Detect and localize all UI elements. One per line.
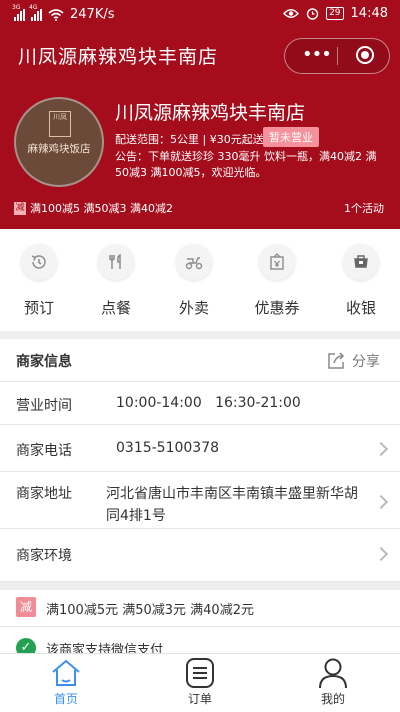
quick-action-label: 点餐 xyxy=(100,299,131,317)
chevron-right-icon xyxy=(373,441,389,457)
status-bar: 3G 4G 247K/s 29 14:48 xyxy=(0,0,400,30)
phone-label: 商家电话 xyxy=(16,443,72,459)
tab-label: 我的 xyxy=(320,692,345,706)
shop-notice: 公告：下单就送珍珍 330毫升 饮料一瓶，满40减2 满50减3 满100减5，… xyxy=(115,150,377,179)
quick-actions: 预订 点餐 外卖 优惠券 收银 xyxy=(0,229,400,331)
capsule-divider xyxy=(337,47,338,65)
quick-action-label: 外卖 xyxy=(178,299,209,317)
alarm-icon xyxy=(306,8,319,20)
shop-logo: 川凤 麻辣鸡块饭店 xyxy=(14,97,104,187)
share-button[interactable]: 分享 xyxy=(326,351,380,371)
hours-value: 10:00-14:00 16:30-21:00 xyxy=(116,395,301,411)
share-icon xyxy=(328,352,345,369)
order-list-icon xyxy=(186,658,214,688)
hours-label: 营业时间 xyxy=(16,398,72,414)
quick-action-order[interactable]: 点餐 xyxy=(86,244,146,318)
mini-program-capsule: ••• xyxy=(284,38,390,74)
business-hours-row: 营业时间 10:00-14:00 16:30-21:00 xyxy=(0,382,400,425)
page-title: 川凤源麻辣鸡块丰南店 xyxy=(18,46,219,68)
discount-text: 满100减5元 满50减3元 满40减2元 xyxy=(46,603,254,618)
wifi-icon xyxy=(48,8,64,21)
bottom-tab-bar: 首页 订单 我的 xyxy=(0,653,400,712)
environment-label: 商家环境 xyxy=(16,548,72,564)
shop-header: 3G 4G 247K/s 29 14:48 川凤源麻辣鸡块丰南店 ••• 川凤 … xyxy=(0,0,400,229)
wechat-pay-row: ✓ 该商家支持微信支付 xyxy=(0,627,400,653)
section-divider xyxy=(0,331,400,339)
clock-icon xyxy=(21,244,57,280)
scooter-icon xyxy=(176,244,212,280)
promo-summary: 减 满100减5 满50减3 满40减2 xyxy=(14,200,173,216)
network-speed: 247K/s xyxy=(70,7,115,22)
more-dots-icon[interactable]: ••• xyxy=(302,46,332,64)
section-divider xyxy=(0,582,400,590)
tab-label: 首页 xyxy=(53,692,78,706)
activity-count-link[interactable]: 1个活动 xyxy=(344,200,384,216)
address-row[interactable]: 商家地址 河北省唐山市丰南区丰南镇丰盛里新华胡同4排1号 xyxy=(0,472,400,529)
address-value: 河北省唐山市丰南区丰南镇丰盛里新华胡同4排1号 xyxy=(106,486,358,524)
signal-icon: 3G xyxy=(12,4,25,21)
coupon-icon xyxy=(259,244,295,280)
share-label: 分享 xyxy=(352,354,380,370)
discount-badge: 减 xyxy=(16,597,36,617)
home-icon xyxy=(52,659,80,686)
chevron-right-icon xyxy=(373,546,389,562)
quick-action-coupon[interactable]: 优惠券 xyxy=(247,244,307,318)
quick-action-label: 收银 xyxy=(345,299,376,317)
fork-knife-icon xyxy=(98,244,134,280)
signal-icon: 4G xyxy=(29,4,42,21)
tab-profile[interactable]: 我的 xyxy=(293,654,373,712)
phone-value: 0315-5100378 xyxy=(116,440,220,456)
wechat-pay-text: 该商家支持微信支付 xyxy=(46,643,164,653)
tab-home[interactable]: 首页 xyxy=(26,654,106,712)
quick-action-delivery[interactable]: 外卖 xyxy=(164,244,224,318)
chevron-right-icon xyxy=(373,494,389,510)
check-circle-icon: ✓ xyxy=(16,638,36,653)
quick-action-label: 优惠券 xyxy=(254,299,300,317)
environment-row[interactable]: 商家环境 xyxy=(0,529,400,582)
phone-row[interactable]: 商家电话 0315-5100378 xyxy=(0,425,400,472)
promo-text: 满100减5 满50减3 满40减2 xyxy=(30,202,173,215)
discount-badge: 减 xyxy=(14,201,26,215)
shop-name: 川凤源麻辣鸡块丰南店 xyxy=(115,102,306,124)
target-circle-icon[interactable] xyxy=(356,46,374,64)
status-badge: 暂未营业 xyxy=(263,127,319,147)
battery-icon: 29 xyxy=(326,7,344,20)
tab-label: 订单 xyxy=(187,692,212,706)
eye-icon xyxy=(283,9,300,18)
cashier-icon xyxy=(343,244,379,280)
quick-action-label: 预订 xyxy=(23,299,54,317)
user-icon xyxy=(319,658,347,689)
address-label: 商家地址 xyxy=(16,486,72,502)
tab-orders[interactable]: 订单 xyxy=(160,654,240,712)
logo-seal: 川凤 xyxy=(49,111,71,137)
logo-text: 麻辣鸡块饭店 xyxy=(27,143,91,155)
quick-action-cashier[interactable]: 收银 xyxy=(331,244,391,318)
quick-action-reserve[interactable]: 预订 xyxy=(9,244,69,318)
section-title: 商家信息 xyxy=(16,354,72,370)
discount-row: 减 满100减5元 满50减3元 满40减2元 xyxy=(0,590,400,627)
merchant-info-header: 商家信息 分享 xyxy=(0,339,400,382)
clock-time: 14:48 xyxy=(350,6,388,21)
delivery-info: 配送范围：5公里 | ¥30元起送 xyxy=(115,133,264,146)
